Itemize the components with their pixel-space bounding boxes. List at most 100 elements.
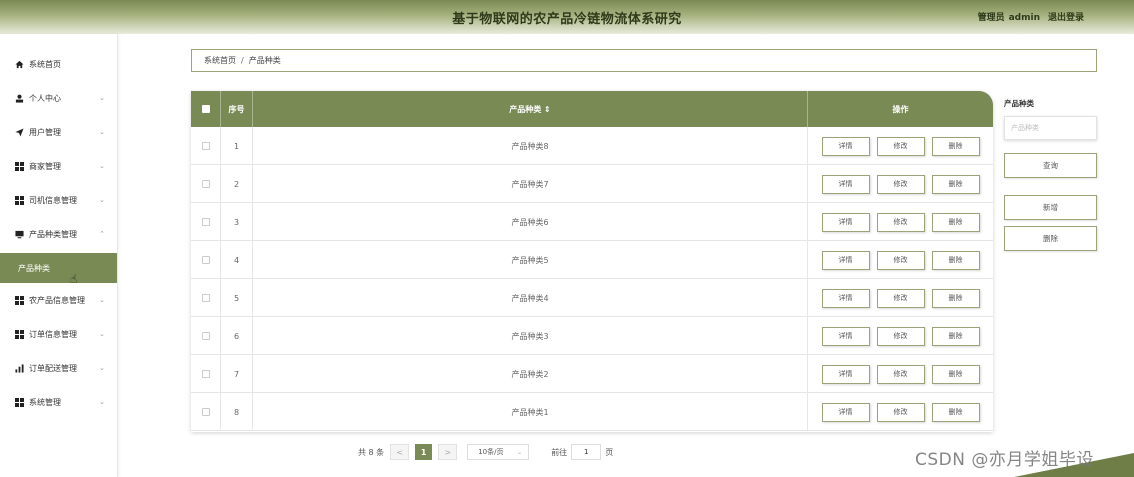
edit-button[interactable]: 修改 — [876, 402, 925, 422]
logout-link[interactable]: 退出登录 — [1048, 13, 1084, 23]
search-label: 产品种类 — [1004, 99, 1034, 108]
page-number-current[interactable]: 1 — [415, 444, 433, 460]
detail-button[interactable]: 详情 — [821, 364, 870, 384]
breadcrumb-current: 产品种类 — [248, 56, 281, 65]
row-index: 6 — [221, 317, 253, 355]
sidebar-item-delivery[interactable]: 订单配送管理 ⌄ — [0, 353, 117, 383]
send-icon — [14, 127, 24, 137]
edit-button[interactable]: 修改 — [876, 212, 925, 232]
row-category-name: 产品种类5 — [253, 241, 808, 279]
row-actions: 详情 修改 删除 — [808, 165, 993, 203]
row-category-name: 产品种类7 — [253, 165, 808, 203]
table-row: 8 产品种类1 详情 修改 删除 — [191, 393, 993, 431]
detail-button[interactable]: 详情 — [821, 288, 870, 308]
page-size-select[interactable]: 10条/页 ⌄ — [467, 444, 530, 460]
delete-button[interactable]: 删除 — [931, 250, 980, 270]
sidebar-item-label: 商家管理 — [29, 161, 61, 171]
sidebar-item-drivers[interactable]: 司机信息管理 ⌄ — [0, 185, 117, 215]
row-checkbox-cell — [191, 127, 221, 165]
row-checkbox-cell — [191, 355, 221, 393]
table-row: 3 产品种类6 详情 修改 删除 — [191, 203, 993, 241]
table-row: 4 产品种类5 详情 修改 删除 — [191, 241, 993, 279]
prev-page-button[interactable]: < — [390, 444, 410, 460]
delete-button[interactable]: 删除 — [931, 326, 980, 346]
add-button[interactable]: 新增 — [1004, 195, 1097, 220]
row-checkbox[interactable] — [201, 294, 210, 302]
sidebar: 系统首页 个人中心 ⌄ 用户管理 ⌄ 商家管理 ⌄ 司机信息管理 ⌄ 产品种类管… — [0, 34, 118, 477]
detail-button[interactable]: 详情 — [821, 250, 870, 270]
row-index: 1 — [221, 127, 253, 165]
chevron-down-icon: ⌄ — [99, 196, 105, 204]
category-table: 序号 产品种类 ⇕ 操作 1 产品种类8 详情 修改 删除 2 产品种类7 详情… — [191, 91, 993, 432]
sidebar-item-users[interactable]: 用户管理 ⌄ — [0, 117, 117, 147]
batch-delete-button[interactable]: 删除 — [1004, 226, 1097, 251]
row-actions: 详情 修改 删除 — [808, 203, 993, 241]
sidebar-item-orders[interactable]: 订单信息管理 ⌄ — [0, 319, 117, 349]
sidebar-item-category-mgmt[interactable]: 产品种类管理 ⌃ — [0, 219, 117, 249]
category-search-input[interactable]: 产品种类 — [1004, 116, 1097, 140]
row-checkbox[interactable] — [201, 256, 210, 264]
edit-button[interactable]: 修改 — [876, 174, 925, 194]
breadcrumb-home[interactable]: 系统首页 — [204, 55, 236, 66]
breadcrumb: 系统首页 / 产品种类 — [191, 49, 1097, 72]
goto-page-input[interactable]: 1 — [571, 444, 602, 460]
row-actions: 详情 修改 删除 — [808, 279, 993, 317]
row-category-name: 产品种类2 — [253, 355, 808, 393]
table-header: 序号 产品种类 ⇕ 操作 — [191, 91, 993, 127]
sidebar-item-products[interactable]: 农产品信息管理 ⌄ — [0, 285, 117, 315]
delete-button[interactable]: 删除 — [931, 136, 980, 156]
sidebar-item-personal[interactable]: 个人中心 ⌄ — [0, 83, 117, 113]
page-size-value: 10条/页 — [478, 448, 504, 456]
edit-button[interactable]: 修改 — [876, 326, 925, 346]
grid-icon — [14, 195, 24, 205]
table-row: 5 产品种类4 详情 修改 删除 — [191, 279, 993, 317]
sidebar-item-category[interactable]: 产品种类 — [0, 253, 117, 283]
row-checkbox-cell — [191, 203, 221, 241]
total-count: 共 8 条 — [358, 447, 385, 457]
delete-button[interactable]: 删除 — [931, 288, 980, 308]
detail-button[interactable]: 详情 — [821, 402, 870, 422]
row-actions: 详情 修改 删除 — [808, 393, 993, 431]
row-index: 2 — [221, 165, 253, 203]
edit-button[interactable]: 修改 — [876, 364, 925, 384]
chevron-up-icon: ⌃ — [99, 230, 105, 238]
select-all-checkbox[interactable] — [201, 105, 210, 113]
top-header: 基于物联网的农产品冷链物流体系研究 管理员 admin 退出登录 — [0, 0, 1134, 34]
row-checkbox[interactable] — [201, 370, 210, 378]
row-checkbox[interactable] — [201, 332, 210, 340]
next-page-button[interactable]: > — [438, 444, 458, 460]
detail-button[interactable]: 详情 — [821, 326, 870, 346]
sidebar-item-label: 订单配送管理 — [29, 363, 77, 373]
sidebar-item-label: 用户管理 — [29, 127, 61, 137]
sidebar-item-home[interactable]: 系统首页 — [0, 49, 117, 79]
edit-button[interactable]: 修改 — [876, 136, 925, 156]
query-button[interactable]: 查询 — [1004, 153, 1097, 178]
sidebar-item-merchants[interactable]: 商家管理 ⌄ — [0, 151, 117, 181]
edit-button[interactable]: 修改 — [876, 288, 925, 308]
grid-icon — [14, 329, 24, 339]
delete-button[interactable]: 删除 — [931, 364, 980, 384]
chevron-down-icon: ⌄ — [99, 162, 105, 170]
delete-button[interactable]: 删除 — [931, 212, 980, 232]
detail-button[interactable]: 详情 — [821, 136, 870, 156]
hand-cursor-icon: ☝ — [70, 272, 78, 286]
grid-icon — [14, 295, 24, 305]
delete-button[interactable]: 删除 — [931, 402, 980, 422]
chevron-down-icon: ⌄ — [99, 330, 105, 338]
row-checkbox[interactable] — [201, 142, 210, 150]
row-checkbox[interactable] — [201, 408, 210, 416]
row-checkbox-cell — [191, 279, 221, 317]
row-checkbox[interactable] — [201, 180, 210, 188]
grid-icon — [14, 161, 24, 171]
app-title: 基于物联网的农产品冷链物流体系研究 — [452, 12, 682, 27]
detail-button[interactable]: 详情 — [821, 212, 870, 232]
edit-button[interactable]: 修改 — [876, 250, 925, 270]
chevron-down-icon: ⌄ — [99, 398, 105, 406]
row-checkbox[interactable] — [201, 218, 210, 226]
table-row: 6 产品种类3 详情 修改 删除 — [191, 317, 993, 355]
delete-button[interactable]: 删除 — [931, 174, 980, 194]
detail-button[interactable]: 详情 — [821, 174, 870, 194]
header-category-sortable[interactable]: 产品种类 ⇕ — [253, 91, 808, 127]
chevron-down-icon: ⌄ — [99, 296, 105, 304]
sidebar-item-system[interactable]: 系统管理 ⌄ — [0, 387, 117, 417]
